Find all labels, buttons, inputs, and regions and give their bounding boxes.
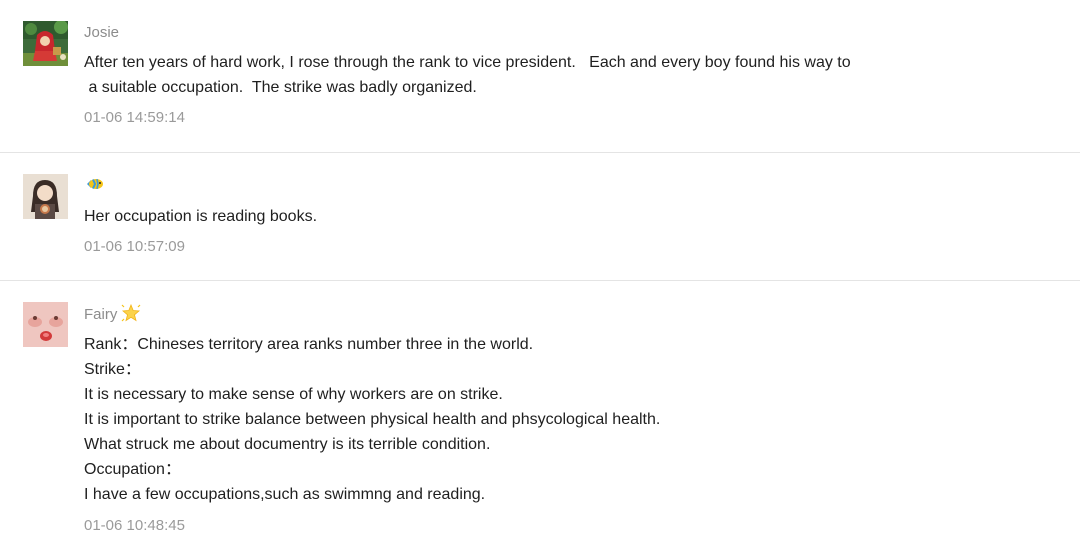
comment-text-line: What struck me about documentry is its t… xyxy=(84,436,491,453)
tropical-fish-icon xyxy=(85,174,105,194)
comment-timestamp: 01-06 10:57:09 xyxy=(84,238,185,255)
author-name[interactable]: Josie xyxy=(84,23,119,43)
comment-text-line: After ten years of hard work, I rose thr… xyxy=(84,54,851,71)
author-name[interactable]: Fairy xyxy=(84,305,117,325)
avatar[interactable] xyxy=(23,21,68,66)
comment-text-line: Her occupation is reading books. xyxy=(84,208,318,225)
comment-timestamp: 01-06 10:48:45 xyxy=(84,517,185,534)
comment-text-line: a suitable occupation. The strike was ba… xyxy=(84,79,477,96)
comment-text-line: Rank：Chineses territory area ranks numbe… xyxy=(84,336,534,353)
comment-text-line: Occupation： xyxy=(84,461,181,478)
avatar-blushing-face-icon xyxy=(23,302,68,347)
glowing-star-icon xyxy=(121,303,141,323)
comment-timestamp: 01-06 14:59:14 xyxy=(84,109,185,126)
comment-text-line: Strike： xyxy=(84,361,141,378)
comment-item: Fairy Rank：Chineses territory area ranks… xyxy=(0,281,1080,542)
comment-item: Josie After ten years of hard work, I ro… xyxy=(0,0,1080,153)
avatar[interactable] xyxy=(23,174,68,219)
comment-text-line: It is important to strike balance betwee… xyxy=(84,411,661,428)
avatar-red-riding-hood-icon xyxy=(23,21,68,66)
comment-text-line: I have a few occupations,such as swimmng… xyxy=(84,486,486,503)
comment-text-line: It is necessary to make sense of why wor… xyxy=(84,386,503,403)
avatar[interactable] xyxy=(23,302,68,347)
avatar-girl-with-cup-icon xyxy=(23,174,68,219)
comment-item: Her occupation is reading books. 01-06 1… xyxy=(0,153,1080,281)
comment-list: Josie After ten years of hard work, I ro… xyxy=(0,0,1080,542)
